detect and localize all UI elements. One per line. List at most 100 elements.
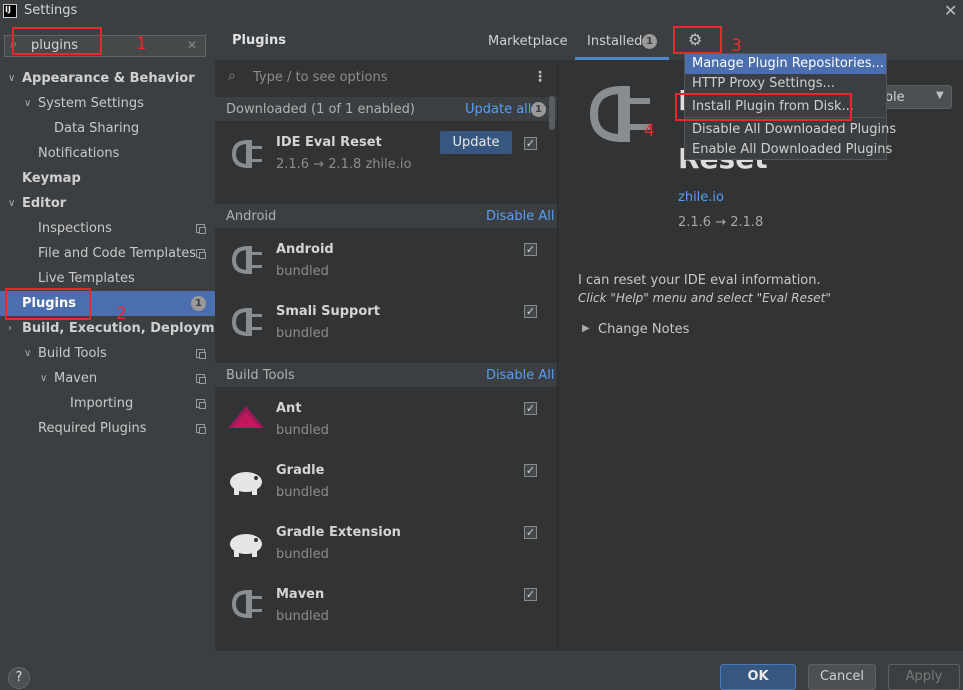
chevron-right-icon[interactable]: ▶: [582, 323, 590, 334]
ok-button[interactable]: OK: [720, 664, 796, 690]
plugin-enabled-checkbox[interactable]: ✓: [524, 305, 537, 318]
plugin-name[interactable]: IDE Eval Reset: [276, 135, 382, 150]
plugin-icon-large: [589, 86, 650, 142]
window-title: Settings: [24, 3, 78, 18]
dropdown-arrow-icon[interactable]: ▼: [936, 90, 944, 101]
annotation-box: [675, 93, 852, 121]
chevron-down-icon[interactable]: ∨: [8, 198, 15, 209]
plugin-bundled: bundled: [276, 547, 329, 562]
chevron-down-icon[interactable]: ∨: [8, 73, 15, 84]
plugin-bundled: bundled: [276, 326, 329, 341]
tree-item-inspections[interactable]: Inspections: [38, 221, 112, 236]
tree-item-system-settings[interactable]: System Settings: [38, 96, 144, 111]
app-icon: IJ: [3, 4, 17, 18]
plugin-version: 2.1.6 → 2.1.8 zhile.io: [276, 157, 412, 172]
title-bar: [0, 0, 963, 24]
tree-item-importing[interactable]: Importing: [70, 396, 133, 411]
chevron-down-icon[interactable]: ∨: [24, 348, 31, 359]
installed-count-badge: 1: [642, 34, 657, 49]
plugin-bundled: bundled: [276, 485, 329, 500]
page-title: Plugins: [232, 33, 286, 48]
update-count-badge: 1: [531, 102, 546, 117]
search-icon: ⌕: [228, 68, 236, 84]
tree-item-appearance-behavior[interactable]: Appearance & Behavior: [22, 71, 195, 86]
plugins-update-badge: 1: [191, 296, 206, 311]
clear-search-icon[interactable]: ✕: [187, 38, 197, 52]
more-options-icon[interactable]: ⋮: [533, 69, 547, 85]
annotation-number: 4: [644, 121, 655, 141]
project-scope-icon: [196, 249, 206, 259]
plugin-name[interactable]: Android: [276, 242, 334, 257]
cancel-button[interactable]: Cancel: [808, 664, 876, 690]
annotation-box: [5, 288, 91, 320]
menu-item-enable-downloaded[interactable]: Enable All Downloaded Plugins: [692, 142, 892, 157]
tree-item-notifications[interactable]: Notifications: [38, 146, 119, 161]
plugin-icon: [231, 140, 262, 168]
menu-item-manage-repositories[interactable]: Manage Plugin Repositories...: [692, 56, 884, 71]
plugin-enabled-checkbox[interactable]: ✓: [524, 526, 537, 539]
project-scope-icon: [196, 224, 206, 234]
group-title: Downloaded (1 of 1 enabled): [226, 102, 415, 117]
tree-item-file-code-templates[interactable]: File and Code Templates: [38, 246, 196, 261]
group-title: Android: [226, 209, 277, 224]
plugin-enabled-checkbox[interactable]: ✓: [524, 243, 537, 256]
help-button[interactable]: ?: [8, 667, 30, 689]
menu-item-disable-downloaded[interactable]: Disable All Downloaded Plugins: [692, 122, 896, 137]
project-scope-icon: [196, 349, 206, 359]
tree-item-editor[interactable]: Editor: [22, 196, 66, 211]
annotation-box: [12, 27, 102, 55]
scrollbar[interactable]: [549, 96, 555, 130]
plugin-enabled-checkbox[interactable]: ✓: [524, 402, 537, 415]
ant-icon: [228, 406, 264, 428]
plugin-enabled-checkbox[interactable]: ✓: [524, 588, 537, 601]
plugin-name[interactable]: Gradle: [276, 463, 324, 478]
plugin-bundled: bundled: [276, 609, 329, 624]
plugin-enabled-checkbox[interactable]: ✓: [524, 137, 537, 150]
settings-tree-panel: [0, 24, 215, 651]
tree-item-maven[interactable]: Maven: [54, 371, 97, 386]
annotation-number: 2: [116, 304, 127, 324]
close-icon[interactable]: ✕: [944, 1, 957, 20]
plugin-name[interactable]: Ant: [276, 401, 302, 416]
chevron-right-icon[interactable]: ›: [8, 323, 12, 334]
chevron-down-icon[interactable]: ∨: [24, 98, 31, 109]
tree-item-build-execution-deployment[interactable]: Build, Execution, Deployment: [22, 321, 239, 336]
tree-item-build-tools[interactable]: Build Tools: [38, 346, 107, 361]
annotation-box: [673, 26, 722, 54]
gradle-elephant-icon: [230, 472, 262, 495]
vendor-link[interactable]: zhile.io: [678, 190, 724, 205]
update-button[interactable]: Update: [440, 131, 512, 154]
gradle-elephant-icon: [230, 534, 262, 557]
plugin-bundled: bundled: [276, 264, 329, 279]
annotation-number: 1: [136, 34, 147, 54]
tab-installed[interactable]: Installed: [587, 34, 642, 49]
plugin-icon: [231, 590, 262, 618]
tree-item-required-plugins[interactable]: Required Plugins: [38, 421, 147, 436]
tree-item-data-sharing[interactable]: Data Sharing: [54, 121, 139, 136]
plugin-search-input[interactable]: Type / to see options: [253, 70, 387, 85]
detail-hint: Click "Help" menu and select "Eval Reset…: [578, 291, 831, 305]
group-title: Build Tools: [226, 368, 295, 383]
change-notes-toggle[interactable]: Change Notes: [598, 322, 689, 337]
plugin-icon: [231, 246, 262, 274]
menu-item-http-proxy[interactable]: HTTP Proxy Settings...: [692, 76, 835, 91]
chevron-down-icon[interactable]: ∨: [40, 373, 47, 384]
plugin-bundled: bundled: [276, 423, 329, 438]
plugin-name[interactable]: Maven: [276, 587, 324, 602]
update-all-link[interactable]: Update all: [465, 102, 531, 117]
apply-button[interactable]: Apply: [888, 664, 960, 690]
plugin-enabled-checkbox[interactable]: ✓: [524, 464, 537, 477]
tree-item-live-templates[interactable]: Live Templates: [38, 271, 135, 286]
project-scope-icon: [196, 374, 206, 384]
tree-item-keymap[interactable]: Keymap: [22, 171, 81, 186]
disable-all-link[interactable]: Disable All: [486, 209, 554, 224]
detail-version: 2.1.6 → 2.1.8: [678, 215, 764, 230]
tab-marketplace[interactable]: Marketplace: [488, 34, 568, 49]
detail-description: I can reset your IDE eval information.: [578, 273, 821, 288]
disable-all-link[interactable]: Disable All: [486, 368, 554, 383]
plugin-icon: [231, 308, 262, 336]
plugin-name[interactable]: Smali Support: [276, 304, 380, 319]
plugin-name[interactable]: Gradle Extension: [276, 525, 401, 540]
project-scope-icon: [196, 424, 206, 434]
annotation-number: 3: [731, 36, 742, 56]
